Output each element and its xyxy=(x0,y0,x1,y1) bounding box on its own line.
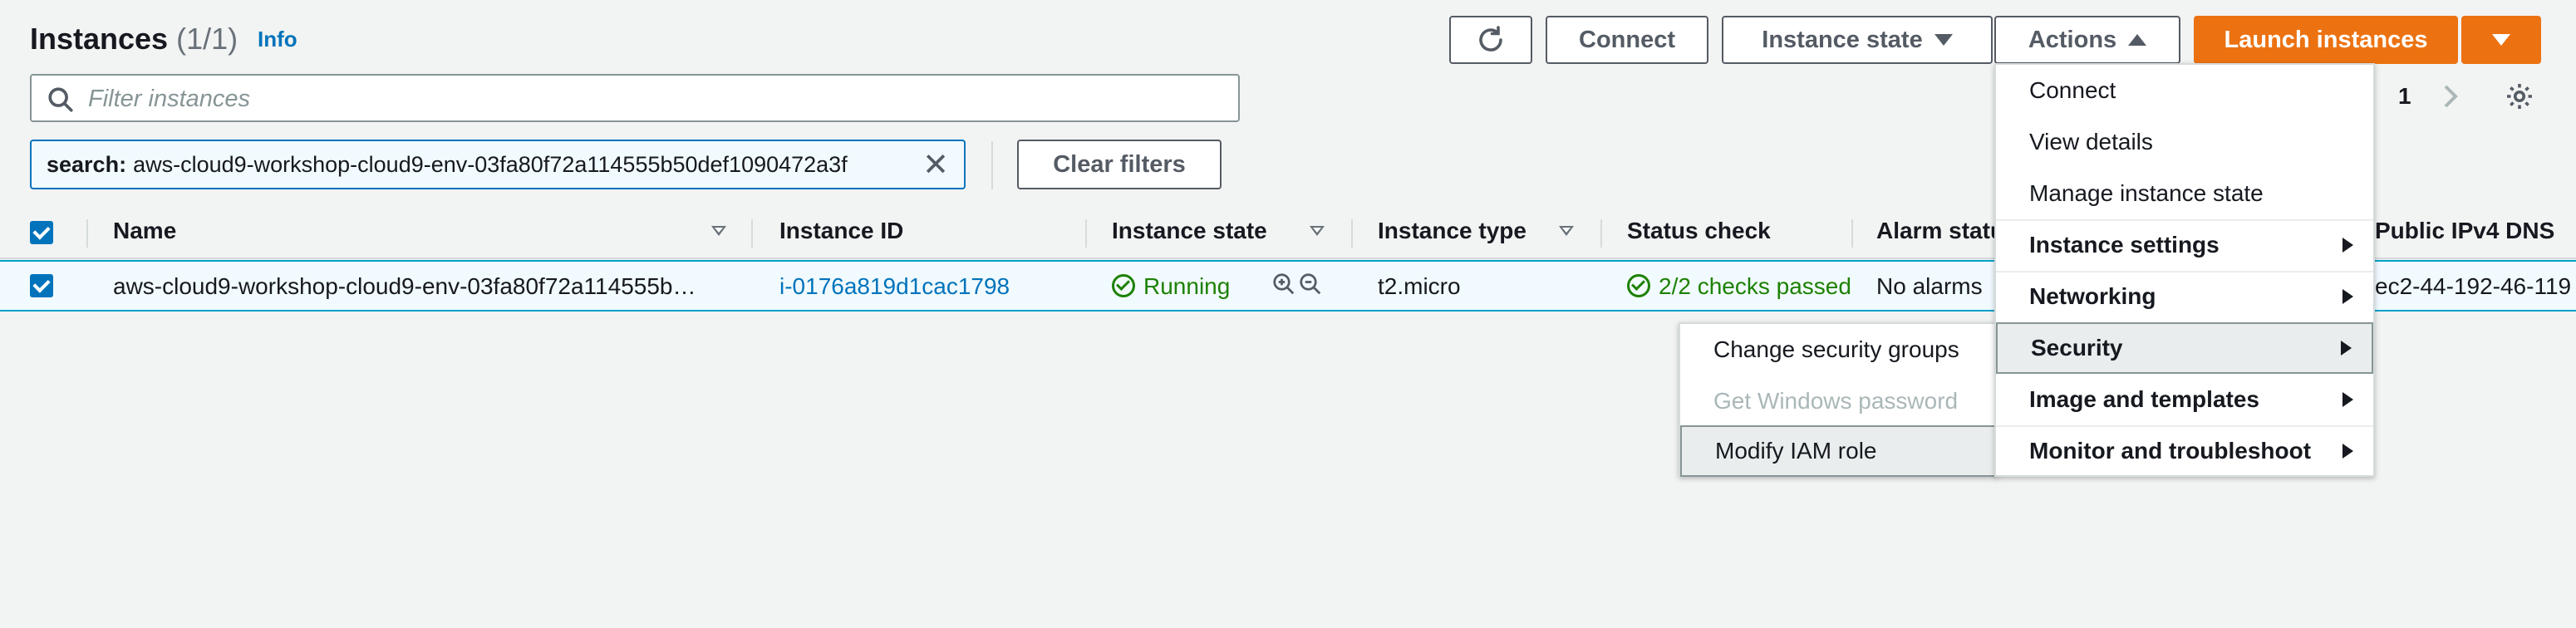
alarm-status-value: No alarms xyxy=(1876,273,1983,299)
submenu-arrow-icon xyxy=(2342,444,2353,459)
caret-down-icon xyxy=(2492,34,2510,46)
column-separator xyxy=(86,219,88,248)
instance-id-link[interactable]: i-0176a819d1cac1798 xyxy=(779,273,1010,300)
success-icon xyxy=(1112,274,1135,297)
instance-count: (1/1) xyxy=(176,22,238,56)
page-title: Instances (1/1) xyxy=(30,22,238,56)
sort-icon[interactable] xyxy=(711,226,726,236)
submenu-arrow-icon xyxy=(2342,238,2353,253)
menu-item-security[interactable]: Security xyxy=(1996,322,2373,374)
public-dns-value: ec2-44-192-46-119 xyxy=(2375,273,2572,299)
menu-item-networking[interactable]: Networking xyxy=(1996,271,2373,322)
get-windows-password-item: Get Windows password xyxy=(1713,388,1959,414)
settings-icon[interactable] xyxy=(2505,81,2534,115)
instance-state-button[interactable]: Instance state xyxy=(1722,16,1993,64)
launch-instances-button[interactable]: Launch instances xyxy=(2194,16,2458,64)
column-separator xyxy=(1351,219,1353,248)
column-instance-state[interactable]: Instance state xyxy=(1112,218,1267,244)
sort-icon[interactable] xyxy=(1310,226,1325,236)
column-separator xyxy=(751,219,753,248)
menu-item-image-and-templates[interactable]: Image and templates xyxy=(1996,374,2373,425)
filter-token: search: aws-cloud9-workshop-cloud9-env-0… xyxy=(30,140,966,189)
column-instance-id[interactable]: Instance ID xyxy=(779,218,903,244)
zoom-out-icon[interactable] xyxy=(1298,272,1323,302)
status-check-value: 2/2 checks passed xyxy=(1627,273,1851,300)
actions-button[interactable]: Actions xyxy=(1994,16,2180,64)
column-status-check[interactable]: Status check xyxy=(1627,218,1771,244)
row-checkbox[interactable] xyxy=(30,274,53,297)
column-separator xyxy=(1600,219,1602,248)
menu-item-monitor-and-troubleshoot[interactable]: Monitor and troubleshoot xyxy=(1996,425,2373,477)
next-page-icon[interactable] xyxy=(2440,81,2461,115)
submenu-arrow-icon xyxy=(2342,392,2353,407)
modify-iam-role-item[interactable]: Modify IAM role xyxy=(1680,425,1996,477)
menu-item-connect[interactable]: Connect xyxy=(1996,65,2373,116)
page-number[interactable]: 1 xyxy=(2398,83,2411,110)
zoom-in-icon[interactable] xyxy=(1271,272,1296,302)
security-submenu: Change security groups Get Windows passw… xyxy=(1679,322,1998,477)
search-input[interactable]: Filter instances xyxy=(30,74,1240,122)
connect-button[interactable]: Connect xyxy=(1546,16,1708,64)
submenu-arrow-icon xyxy=(2342,289,2353,304)
column-instance-type[interactable]: Instance type xyxy=(1378,218,1526,244)
refresh-button[interactable] xyxy=(1449,16,1532,64)
info-link[interactable]: Info xyxy=(258,27,297,52)
column-public-dns[interactable]: Public IPv4 DNS xyxy=(2375,218,2554,244)
instance-name: aws-cloud9-workshop-cloud9-env-03fa80f72… xyxy=(113,273,696,299)
launch-instances-dropdown[interactable] xyxy=(2461,16,2541,64)
refresh-icon xyxy=(1479,26,1502,52)
change-security-groups-item[interactable]: Change security groups xyxy=(1680,324,1996,375)
clear-filters-button[interactable]: Clear filters xyxy=(1017,140,1222,189)
actions-menu: Connect View details Manage instance sta… xyxy=(1994,63,2375,477)
search-placeholder: Filter instances xyxy=(88,86,251,112)
menu-item-view-details[interactable]: View details xyxy=(1996,116,2373,168)
caret-up-icon xyxy=(2128,34,2147,46)
remove-token-icon[interactable]: ✕ xyxy=(922,146,949,184)
instance-type-value: t2.micro xyxy=(1378,273,1461,299)
success-icon xyxy=(1627,274,1650,297)
submenu-arrow-icon xyxy=(2341,341,2352,356)
column-separator xyxy=(1085,219,1087,248)
menu-item-instance-settings[interactable]: Instance settings xyxy=(1996,219,2373,271)
divider xyxy=(991,141,993,189)
search-icon xyxy=(48,87,73,112)
column-name[interactable]: Name xyxy=(113,218,176,244)
caret-down-icon xyxy=(1934,34,1953,46)
instance-state-status: Running xyxy=(1112,273,1230,300)
menu-item-manage-instance-state[interactable]: Manage instance state xyxy=(1996,168,2373,219)
select-all-checkbox[interactable] xyxy=(30,221,53,244)
column-separator xyxy=(1851,219,1853,248)
sort-icon[interactable] xyxy=(1559,226,1574,236)
